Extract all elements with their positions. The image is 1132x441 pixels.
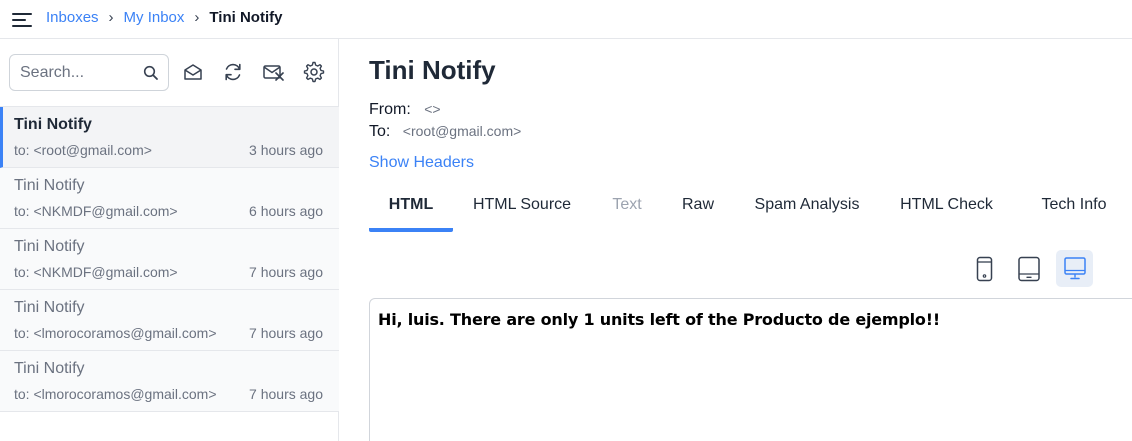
phone-view-button[interactable] <box>966 250 1003 287</box>
breadcrumb-current: Tini Notify <box>209 9 283 26</box>
message-time: 7 hours ago <box>249 264 323 280</box>
message-list: Tini Notify to: <root@gmail.com> 3 hours… <box>0 107 339 412</box>
mark-read-icon[interactable] <box>182 61 204 83</box>
tab-raw[interactable]: Raw <box>679 190 717 232</box>
breadcrumb-inboxes[interactable]: Inboxes <box>46 9 99 26</box>
message-time: 7 hours ago <box>249 325 323 341</box>
message-time: 7 hours ago <box>249 386 323 402</box>
message-recipient: to: <root@gmail.com> <box>14 142 152 158</box>
search-box <box>9 54 169 91</box>
message-item[interactable]: Tini Notify to: <lmorocoramos@gmail.com>… <box>0 351 339 412</box>
breadcrumb-separator: › <box>194 9 200 26</box>
to-label: To: <box>369 123 391 140</box>
search-icon[interactable] <box>143 65 159 81</box>
from-value: <> <box>424 101 441 117</box>
message-item[interactable]: Tini Notify to: <lmorocoramos@gmail.com>… <box>0 290 339 351</box>
tablet-view-button[interactable] <box>1010 250 1047 287</box>
tab-html-check[interactable]: HTML Check <box>896 190 997 232</box>
message-subject: Tini Notify <box>14 299 85 316</box>
message-subject: Tini Notify <box>14 360 85 377</box>
to-value: <root@gmail.com> <box>402 123 522 139</box>
tab-text: Text <box>612 196 642 213</box>
settings-icon[interactable] <box>303 61 325 83</box>
to-row: To: <root@gmail.com> <box>369 123 521 141</box>
email-preview: Hi, luis. There are only 1 units left of… <box>369 298 1132 441</box>
tablet-icon <box>1018 256 1040 282</box>
message-item[interactable]: Tini Notify to: <root@gmail.com> 3 hours… <box>0 107 339 168</box>
message-item[interactable]: Tini Notify to: <NKMDF@gmail.com> 6 hour… <box>0 168 339 229</box>
message-subject: Tini Notify <box>14 177 85 194</box>
message-time: 6 hours ago <box>249 203 323 219</box>
tab-html[interactable]: HTML <box>369 190 453 232</box>
tab-spam-analysis[interactable]: Spam Analysis <box>750 190 864 232</box>
sidebar: Tini Notify to: <root@gmail.com> 3 hours… <box>0 39 339 441</box>
breadcrumb-separator: › <box>108 9 114 26</box>
sidebar-toolbar <box>0 39 339 107</box>
desktop-view-button[interactable] <box>1056 250 1093 287</box>
message-recipient: to: <lmorocoramos@gmail.com> <box>14 325 217 341</box>
top-bar: Inboxes › My Inbox › Tini Notify <box>0 0 1132 39</box>
message-recipient: to: <lmorocoramos@gmail.com> <box>14 386 217 402</box>
message-subject: Tini Notify <box>14 116 92 133</box>
message-item[interactable]: Tini Notify to: <NKMDF@gmail.com> 7 hour… <box>0 229 339 290</box>
breadcrumb-my-inbox[interactable]: My Inbox <box>124 9 185 26</box>
message-recipient: to: <NKMDF@gmail.com> <box>14 203 178 219</box>
message-view: Tini Notify From: <> To: <root@gmail.com… <box>340 39 1132 441</box>
show-headers-link[interactable]: Show Headers <box>369 154 474 172</box>
message-title: Tini Notify <box>369 55 496 85</box>
refresh-icon[interactable] <box>222 61 244 83</box>
clear-inbox-icon[interactable] <box>262 61 284 83</box>
search-input[interactable] <box>20 63 138 83</box>
menu-icon[interactable] <box>12 11 32 27</box>
breadcrumb: Inboxes › My Inbox › Tini Notify <box>46 9 282 26</box>
from-row: From: <> <box>369 101 441 119</box>
tab-html-source[interactable]: HTML Source <box>469 190 575 232</box>
tab-tech-info[interactable]: Tech Info <box>1029 190 1119 232</box>
email-body-text: Hi, luis. There are only 1 units left of… <box>378 310 940 329</box>
desktop-icon <box>1064 257 1086 280</box>
from-label: From: <box>369 101 411 118</box>
message-recipient: to: <NKMDF@gmail.com> <box>14 264 178 280</box>
phone-icon <box>976 256 993 282</box>
message-time: 3 hours ago <box>249 142 323 158</box>
message-subject: Tini Notify <box>14 238 85 255</box>
view-tabs: HTML HTML Source Text Raw Spam Analysis … <box>369 190 1132 232</box>
